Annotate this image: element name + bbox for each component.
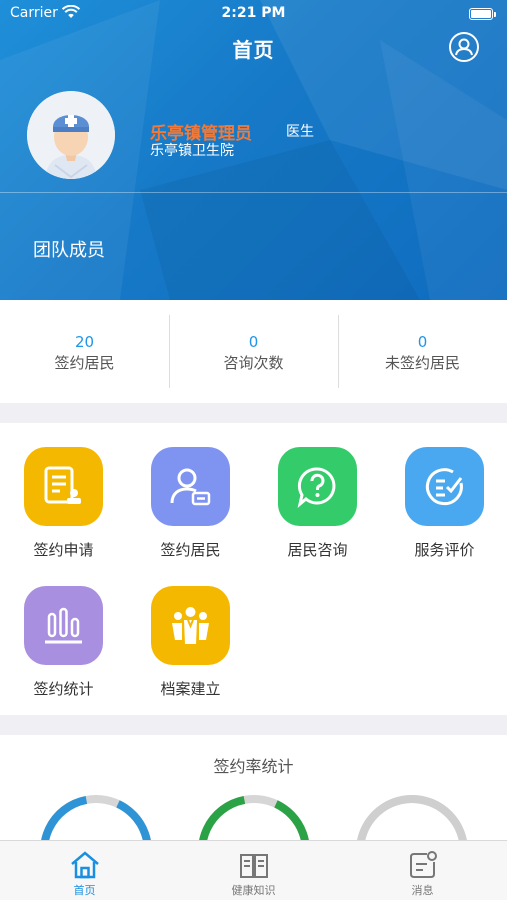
user-circle-icon[interactable] <box>449 32 479 62</box>
stat-consultations[interactable]: 0 咨询次数 <box>169 300 338 403</box>
home-header: Carrier 2:21 PM 首页 乐亭镇管理员 医生 乐亭镇卫生院 团队成员 <box>0 0 507 300</box>
tab-label: 健康知识 <box>231 884 276 897</box>
battery-icon <box>469 8 496 20</box>
stat-label: 签约居民 <box>54 354 115 372</box>
stat-value: 20 <box>74 333 95 351</box>
bottom-tab-bar: 首页 健康知识 消息 <box>0 840 507 900</box>
application-form-icon <box>24 447 103 526</box>
service-sign-statistics[interactable]: 签约统计 <box>0 562 127 698</box>
status-bar: Carrier 2:21 PM <box>0 0 507 28</box>
service-archive-create[interactable]: 档案建立 <box>127 562 254 698</box>
sign-rate-title: 签约率统计 <box>213 757 294 776</box>
service-sign-application[interactable]: 签约申请 <box>0 423 127 559</box>
stat-label: 咨询次数 <box>223 354 284 372</box>
tab-label: 消息 <box>411 884 434 897</box>
bar-stats-icon <box>24 586 103 665</box>
home-icon <box>71 851 99 879</box>
service-label: 档案建立 <box>160 680 221 698</box>
tab-home[interactable]: 首页 <box>0 841 169 900</box>
stat-label: 未签约居民 <box>384 354 460 372</box>
service-label: 居民咨询 <box>287 541 348 559</box>
service-label: 签约申请 <box>33 541 94 559</box>
message-icon <box>410 851 437 878</box>
tab-health-knowledge[interactable]: 健康知识 <box>169 841 338 900</box>
people-group-icon <box>151 586 230 665</box>
stat-signed-residents[interactable]: 20 签约居民 <box>0 300 169 403</box>
page-title: 首页 <box>232 38 275 62</box>
user-organization: 乐亭镇卫生院 <box>150 143 234 159</box>
service-label: 签约居民 <box>160 541 221 559</box>
book-icon <box>240 854 268 878</box>
sign-rate-panel: 签约率统计 <box>0 735 507 900</box>
doctor-avatar-icon <box>27 91 115 179</box>
service-signed-residents[interactable]: 签约居民 <box>127 423 254 559</box>
resident-card-icon <box>151 447 230 526</box>
team-members-link[interactable]: 团队成员 <box>33 236 105 262</box>
question-chat-icon <box>278 447 357 526</box>
header-divider <box>0 192 507 193</box>
user-role: 医生 <box>286 124 314 140</box>
stat-unsigned-residents[interactable]: 0 未签约居民 <box>338 300 507 403</box>
tab-label: 首页 <box>73 884 96 897</box>
service-resident-consult[interactable]: 居民咨询 <box>254 423 381 559</box>
status-time: 2:21 PM <box>221 5 286 21</box>
tab-messages[interactable]: 消息 <box>338 841 507 900</box>
service-label: 服务评价 <box>414 541 475 559</box>
stat-value: 0 <box>248 333 259 351</box>
stats-panel: 20 签约居民 0 咨询次数 0 未签约居民 <box>0 300 507 403</box>
service-grid: 签约申请 签约居民 居民咨询 服务评价 签约统计 档案建立 <box>0 423 507 715</box>
service-evaluation[interactable]: 服务评价 <box>381 423 507 559</box>
stat-value: 0 <box>417 333 428 351</box>
checklist-icon <box>405 447 484 526</box>
service-label: 签约统计 <box>33 680 94 698</box>
